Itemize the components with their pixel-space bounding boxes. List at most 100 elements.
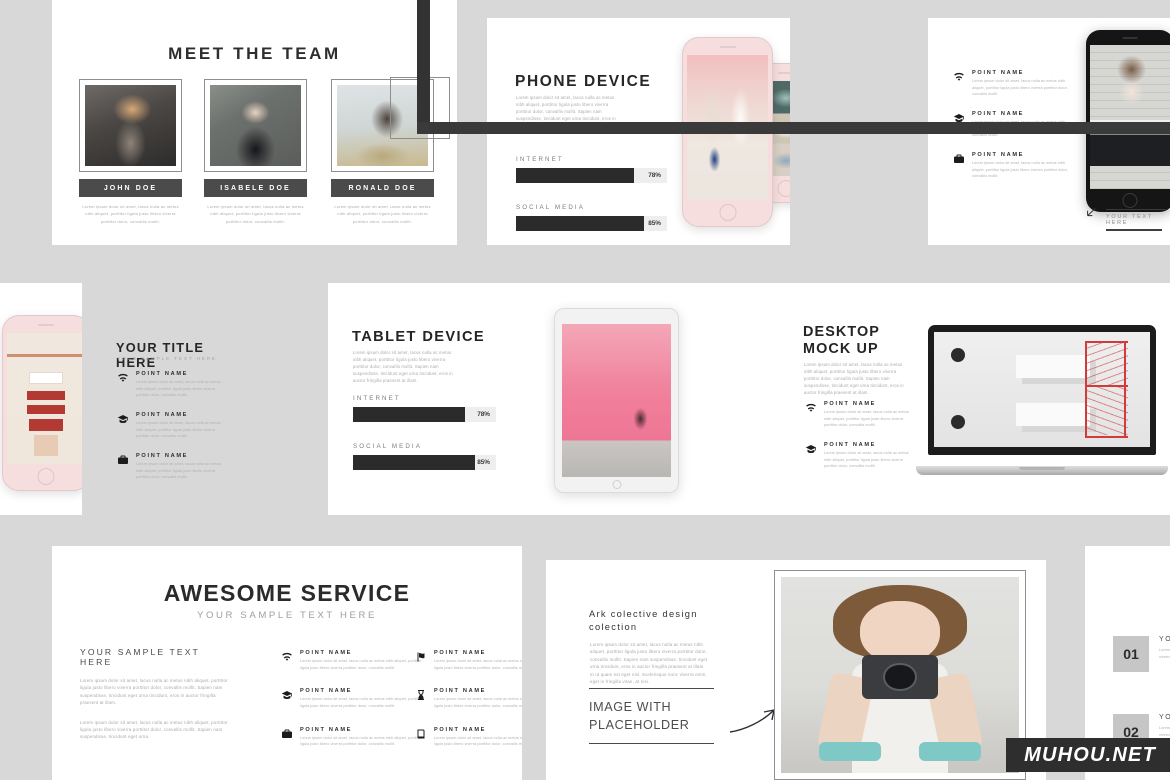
callout-note: YOUR TEXT HERE xyxy=(1084,207,1170,231)
team-member-description: Lorem ipsum dolor sit amet, lacus nulla … xyxy=(82,204,179,224)
progress-bar-fill xyxy=(516,216,645,231)
point-name: POINT NAME xyxy=(300,650,353,656)
slide-ark-colective[interactable]: Ark colective design colection Lorem ips… xyxy=(546,560,1046,780)
progress-bar-track: 78% xyxy=(353,407,496,422)
point-item[interactable]: POINT NAME Lorem ipsum dolor sit amet, l… xyxy=(952,70,1070,98)
slide-your-title-here[interactable]: YOUR TITLE HERE YOUR SAMPLE TEXT HERE PO… xyxy=(82,283,246,515)
point-description: Lorem ipsum dolor sit amet, lacus nulla … xyxy=(972,79,1068,97)
team-member-card[interactable]: JOHN DOE Lorem ipsum dolor sit amet, lac… xyxy=(79,79,182,225)
point-item[interactable]: POINT NAME Lorem ipsum dolor sit amet, l… xyxy=(280,688,430,709)
point-description: Lorem ipsum dolor sit amet, lacus nulla … xyxy=(434,659,522,670)
divider xyxy=(1106,209,1166,210)
slide-cropped-phone[interactable] xyxy=(0,283,82,515)
progress-bar-fill xyxy=(353,407,465,422)
phone-home-button xyxy=(777,180,790,197)
team-member-description: Lorem ipsum dolor sit amet, lacus nulla … xyxy=(207,204,304,224)
slide-desktop-mockup[interactable]: DESKTOP MOCK UP Lorem ipsum dolor sit am… xyxy=(775,283,1170,515)
laptop-mockup xyxy=(916,325,1168,475)
point-name: POINT NAME xyxy=(136,452,189,459)
phone-screen xyxy=(1090,45,1170,189)
point-item[interactable]: POINT NAME Lorem ipsum dolor sit amet, l… xyxy=(804,401,914,429)
progress-bar-label: SOCIAL MEDIA xyxy=(353,443,422,450)
point-description: Lorem ipsum dolor sit amet, lacus nulla … xyxy=(434,735,522,747)
point-item[interactable]: POINT NAME Lorem ipsum dolor sit amet, l… xyxy=(414,688,522,709)
page-title: YOUR TITLE HERE xyxy=(116,340,205,370)
page-title-line1: Ark colective design xyxy=(589,609,698,619)
team-member-name: JOHN DOE xyxy=(79,179,182,197)
body-paragraph: Lorem ipsum dolor sit amet, lacus nulla … xyxy=(80,678,228,706)
progress-bar-label: SOCIAL MEDIA xyxy=(516,204,585,211)
point-name: POINT NAME xyxy=(300,726,353,733)
progress-bar-group: INTERNET 78% SOCIAL MEDIA 85% xyxy=(353,395,496,470)
progress-bar-internet: INTERNET 78% xyxy=(516,156,667,183)
wifi-icon xyxy=(804,402,818,414)
points-list: POINT NAME Lorem ipsum dolor sit amet, l… xyxy=(116,371,228,494)
callout-label: YOUR TEXT HERE xyxy=(1106,214,1153,226)
point-item[interactable]: POINT NAME Lorem ipsum dolor sit amet, l… xyxy=(280,650,430,671)
progress-bar-fill xyxy=(353,455,475,470)
progress-bar-fill xyxy=(516,168,634,183)
point-name: POINT NAME xyxy=(434,688,487,695)
slide-tablet-mockup[interactable] xyxy=(527,283,775,515)
point-item[interactable]: POINT NAME Lorem ipsum dolor sit amet, l… xyxy=(414,650,522,671)
page-title: DESKTOP MOCK UP xyxy=(803,324,880,358)
body-paragraph: Lorem ipsum dolor sit amet, lacus nulla … xyxy=(804,362,904,396)
phone-mockup-rose xyxy=(2,315,82,491)
body-paragraph: Lorem ipsum dolor sit amet, lacus nulla … xyxy=(80,719,228,740)
divider xyxy=(1106,229,1162,231)
list-item-description: Lorem ipsum dolor sit amet, lacus nulla … xyxy=(1159,725,1170,738)
phone-home-button xyxy=(1122,193,1138,208)
point-item[interactable]: POINT NAME Lorem ipsum dolor sit amet, l… xyxy=(116,453,228,481)
page-subtitle: YOUR SAMPLE TEXT HERE xyxy=(196,610,378,621)
briefcase-icon xyxy=(280,728,294,740)
team-member-name: ISABELE DOE xyxy=(204,179,307,197)
list-number: 01 xyxy=(1113,636,1149,672)
page-title: TABLET DEVICE xyxy=(352,329,486,345)
point-item[interactable]: POINT NAME Lorem ipsum dolor sit amet, l… xyxy=(952,152,1070,180)
watermark: MUHOU.NET xyxy=(1006,738,1170,772)
list-item-description: Lorem ipsum dolor sit amet, lacus nulla … xyxy=(1159,647,1170,660)
point-name: POINT NAME xyxy=(136,411,189,418)
point-description: Lorem ipsum dolor sit amet, lacus nulla … xyxy=(136,461,221,480)
points-list: POINT NAME Lorem ipsum dolor sit amet, l… xyxy=(414,650,522,765)
point-description: Lorem ipsum dolor sit amet, lacus nulla … xyxy=(434,697,522,708)
tablet-screen xyxy=(562,324,671,477)
point-description: Lorem ipsum dolor sit amet, lacus nulla … xyxy=(300,735,422,747)
briefcase-icon xyxy=(952,153,966,165)
column-heading: YOUR SAMPLE TEXT HERE xyxy=(80,647,200,667)
graduation-cap-icon xyxy=(116,413,130,425)
graduation-cap-icon xyxy=(280,689,294,701)
point-name: POINT NAME xyxy=(136,371,189,377)
point-name: POINT NAME xyxy=(972,151,1025,158)
laptop-screen xyxy=(934,332,1150,447)
phone-speaker xyxy=(38,324,54,326)
point-name: POINT NAME xyxy=(972,110,1025,117)
page-title-line1: DESKTOP xyxy=(803,324,881,340)
progress-bar-track: 85% xyxy=(516,216,667,231)
point-name: POINT NAME xyxy=(824,441,877,448)
laptop-lid xyxy=(928,325,1156,455)
progress-bar-internet: INTERNET 78% xyxy=(353,395,496,422)
briefcase-icon xyxy=(116,454,130,466)
point-item[interactable]: POINT NAME Lorem ipsum dolor sit amet, l… xyxy=(804,442,914,470)
progress-bar-percent: 78% xyxy=(477,411,490,418)
progress-bar-group: INTERNET 78% SOCIAL MEDIA 85% xyxy=(516,156,667,231)
point-item[interactable]: POINT NAME Lorem ipsum dolor sit amet, l… xyxy=(280,727,430,748)
phone-home-button xyxy=(37,468,55,485)
point-description: Lorem ipsum dolor sit amet, lacus nulla … xyxy=(300,697,422,708)
tablet-home-button xyxy=(612,480,621,489)
progress-bar-label: INTERNET xyxy=(516,156,564,163)
page-title: Ark colective design colection xyxy=(589,608,729,635)
wifi-icon xyxy=(116,372,130,384)
slide-tablet-device[interactable]: TABLET DEVICE Lorem ipsum dolor sit amet… xyxy=(328,283,527,515)
point-description: Lorem ipsum dolor sit amet, lacus nulla … xyxy=(972,160,1068,179)
divider xyxy=(589,742,714,744)
slide-awesome-service[interactable]: AWESOME SERVICE YOUR SAMPLE TEXT HERE YO… xyxy=(52,546,522,780)
point-item[interactable]: POINT NAME Lorem ipsum dolor sit amet, l… xyxy=(116,371,228,399)
point-item[interactable]: POINT NAME Lorem ipsum dolor sit amet, l… xyxy=(414,727,522,748)
placeholder-text: IMAGE WITH PLACEHOLDER xyxy=(589,689,714,743)
point-item[interactable]: POINT NAME Lorem ipsum dolor sit amet, l… xyxy=(116,412,228,440)
team-member-card[interactable]: ISABELE DOE Lorem ipsum dolor sit amet, … xyxy=(204,79,307,225)
phone-speaker xyxy=(1122,37,1138,39)
list-item[interactable]: 01 YOUR TEXT Lorem ipsum dolor sit amet,… xyxy=(1113,636,1170,672)
